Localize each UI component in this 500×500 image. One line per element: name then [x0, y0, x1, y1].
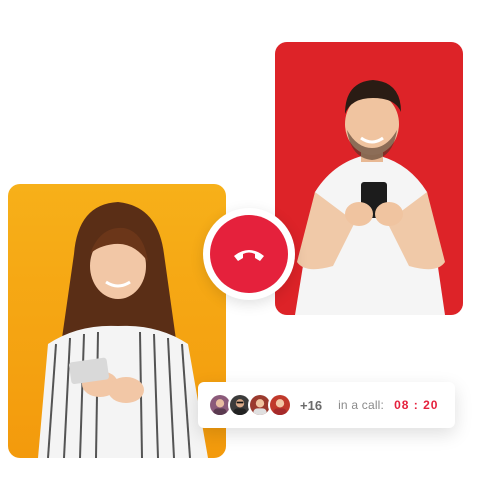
caller-video-man — [275, 42, 463, 315]
man-photo — [275, 42, 463, 315]
call-timer: 08 : 20 — [394, 398, 439, 412]
avatar — [268, 393, 292, 417]
call-status-label: in a call: — [338, 398, 385, 412]
caller-video-woman — [8, 184, 226, 458]
call-status-bar: +16 in a call: 08 : 20 — [198, 382, 455, 428]
phone-hangup-icon — [234, 250, 264, 261]
hangup-button[interactable] — [210, 215, 288, 293]
hangup-button-ring — [203, 208, 295, 300]
extra-participants-count[interactable]: +16 — [300, 398, 322, 413]
woman-photo — [8, 184, 226, 458]
participant-avatars[interactable] — [208, 393, 292, 417]
